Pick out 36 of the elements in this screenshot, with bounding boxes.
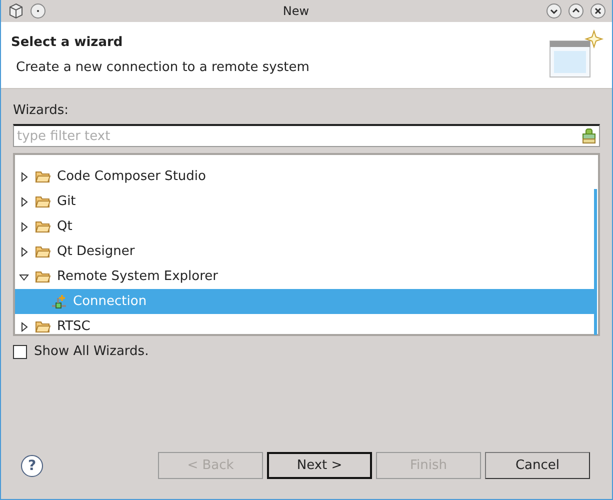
folder-icon bbox=[35, 220, 51, 234]
page-title: Select a wizard bbox=[11, 35, 124, 50]
help-button[interactable]: ? bbox=[21, 454, 43, 476]
folder-icon bbox=[35, 270, 51, 284]
window-title: New bbox=[282, 4, 310, 18]
tree-item[interactable]: Qt bbox=[15, 214, 594, 239]
checkbox[interactable] bbox=[13, 344, 27, 358]
expand-arrow-icon[interactable] bbox=[19, 222, 29, 232]
expand-arrow-icon[interactable] bbox=[19, 172, 29, 182]
menu-icon[interactable] bbox=[30, 3, 46, 19]
tree-item[interactable]: Git bbox=[15, 189, 594, 214]
wizard-button[interactable]: Next > bbox=[267, 452, 372, 479]
folder-icon bbox=[35, 244, 51, 258]
cube-icon[interactable] bbox=[8, 3, 24, 19]
tree-item[interactable]: Qt Designer bbox=[15, 239, 594, 264]
folder-icon bbox=[35, 170, 51, 184]
expand-arrow-icon[interactable] bbox=[19, 246, 29, 256]
tree-item[interactable]: Remote System Explorer bbox=[15, 264, 594, 289]
connection-icon bbox=[51, 294, 67, 310]
checkbox-label[interactable]: Show All Wizards. bbox=[34, 344, 149, 359]
wizard-button[interactable]: Cancel bbox=[485, 452, 590, 479]
expand-arrow-icon[interactable] bbox=[19, 322, 29, 332]
close-icon[interactable] bbox=[590, 3, 606, 19]
tree-item[interactable]: RTSC bbox=[15, 314, 594, 339]
filter-field[interactable]: type filter text bbox=[13, 124, 600, 147]
tree-item[interactable]: Code Composer Studio bbox=[15, 164, 594, 189]
minimize-icon[interactable] bbox=[546, 3, 562, 19]
folder-icon bbox=[35, 194, 51, 208]
wizards-label: Wizards: bbox=[13, 103, 70, 118]
clear-icon[interactable] bbox=[582, 128, 596, 144]
scrollbar[interactable] bbox=[594, 189, 597, 335]
maximize-icon[interactable] bbox=[568, 3, 584, 19]
expand-arrow-icon[interactable] bbox=[19, 196, 29, 206]
folder-icon bbox=[35, 320, 51, 334]
collapse-arrow-icon[interactable] bbox=[19, 272, 29, 282]
page-description: Create a new connection to a remote system bbox=[15, 60, 310, 75]
